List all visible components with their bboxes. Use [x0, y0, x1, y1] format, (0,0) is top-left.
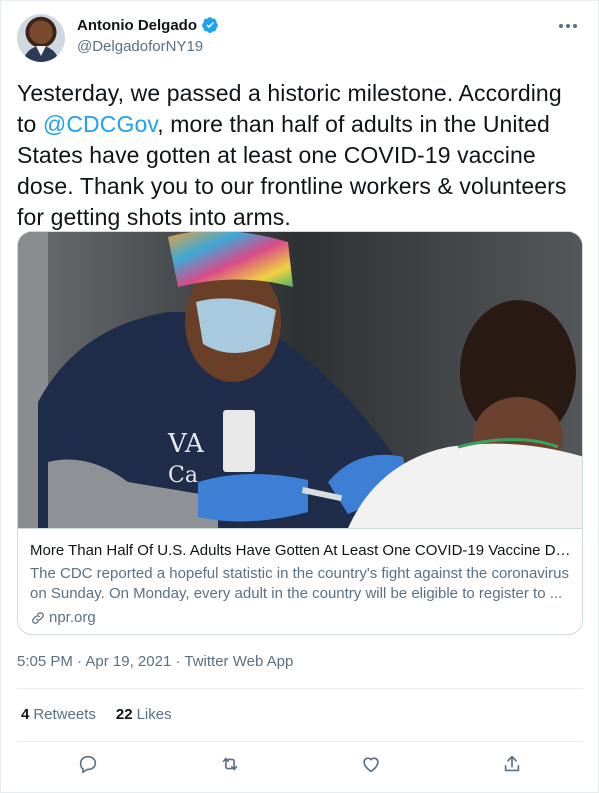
meta-separator: · [175, 653, 181, 670]
retweets-count: 4 [21, 706, 30, 723]
card-title: More Than Half Of U.S. Adults Have Gotte… [30, 542, 572, 559]
card-domain-text: npr.org [49, 609, 96, 626]
link-icon [30, 610, 46, 626]
avatar[interactable] [17, 14, 65, 62]
tweet-time[interactable]: 5:05 PM [17, 653, 73, 670]
tweet-meta: 5:05 PM · Apr 19, 2021 · Twitter Web App [17, 653, 293, 670]
divider [17, 688, 583, 689]
tweet: Antonio Delgado @DelgadoforNY19 Yesterda… [0, 0, 599, 793]
display-name[interactable]: Antonio Delgado [77, 17, 197, 34]
verified-badge-icon [201, 16, 219, 34]
tweet-source-app[interactable]: Twitter Web App [184, 653, 293, 670]
meta-separator: · [77, 653, 83, 670]
tweet-date[interactable]: Apr 19, 2021 [85, 653, 171, 670]
likes-stat[interactable]: 22 Likes [116, 706, 172, 723]
retweets-stat[interactable]: 4 Retweets [21, 706, 96, 723]
card-image[interactable]: VA Ca [18, 232, 582, 528]
reply-icon[interactable] [75, 751, 101, 777]
card-body: More Than Half Of U.S. Adults Have Gotte… [18, 528, 582, 634]
likes-count: 22 [115, 706, 133, 723]
more-options-icon[interactable] [556, 17, 580, 35]
like-icon[interactable] [358, 751, 384, 777]
likes-label: Likes [136, 706, 172, 723]
mention-link[interactable]: @CDCGov [43, 111, 157, 137]
handle[interactable]: @DelgadoforNY19 [77, 38, 203, 55]
tweet-text: Yesterday, we passed a historic mileston… [17, 78, 587, 233]
scrub-logo-text: VA [167, 429, 205, 459]
retweet-icon[interactable] [217, 751, 243, 777]
svg-text:Ca: Ca [168, 463, 198, 488]
card-description: The CDC reported a hopeful statistic in … [30, 565, 569, 602]
retweets-label: Retweets [33, 706, 96, 723]
divider [17, 741, 583, 742]
action-bar [1, 751, 599, 781]
tweet-stats: 4 Retweets 22 Likes [21, 706, 172, 723]
link-card[interactable]: VA Ca More Than Half Of U.S. Adults Have… [17, 231, 583, 635]
share-icon[interactable] [499, 751, 525, 777]
name-row: Antonio Delgado [77, 16, 219, 34]
card-domain: npr.org [30, 608, 572, 628]
